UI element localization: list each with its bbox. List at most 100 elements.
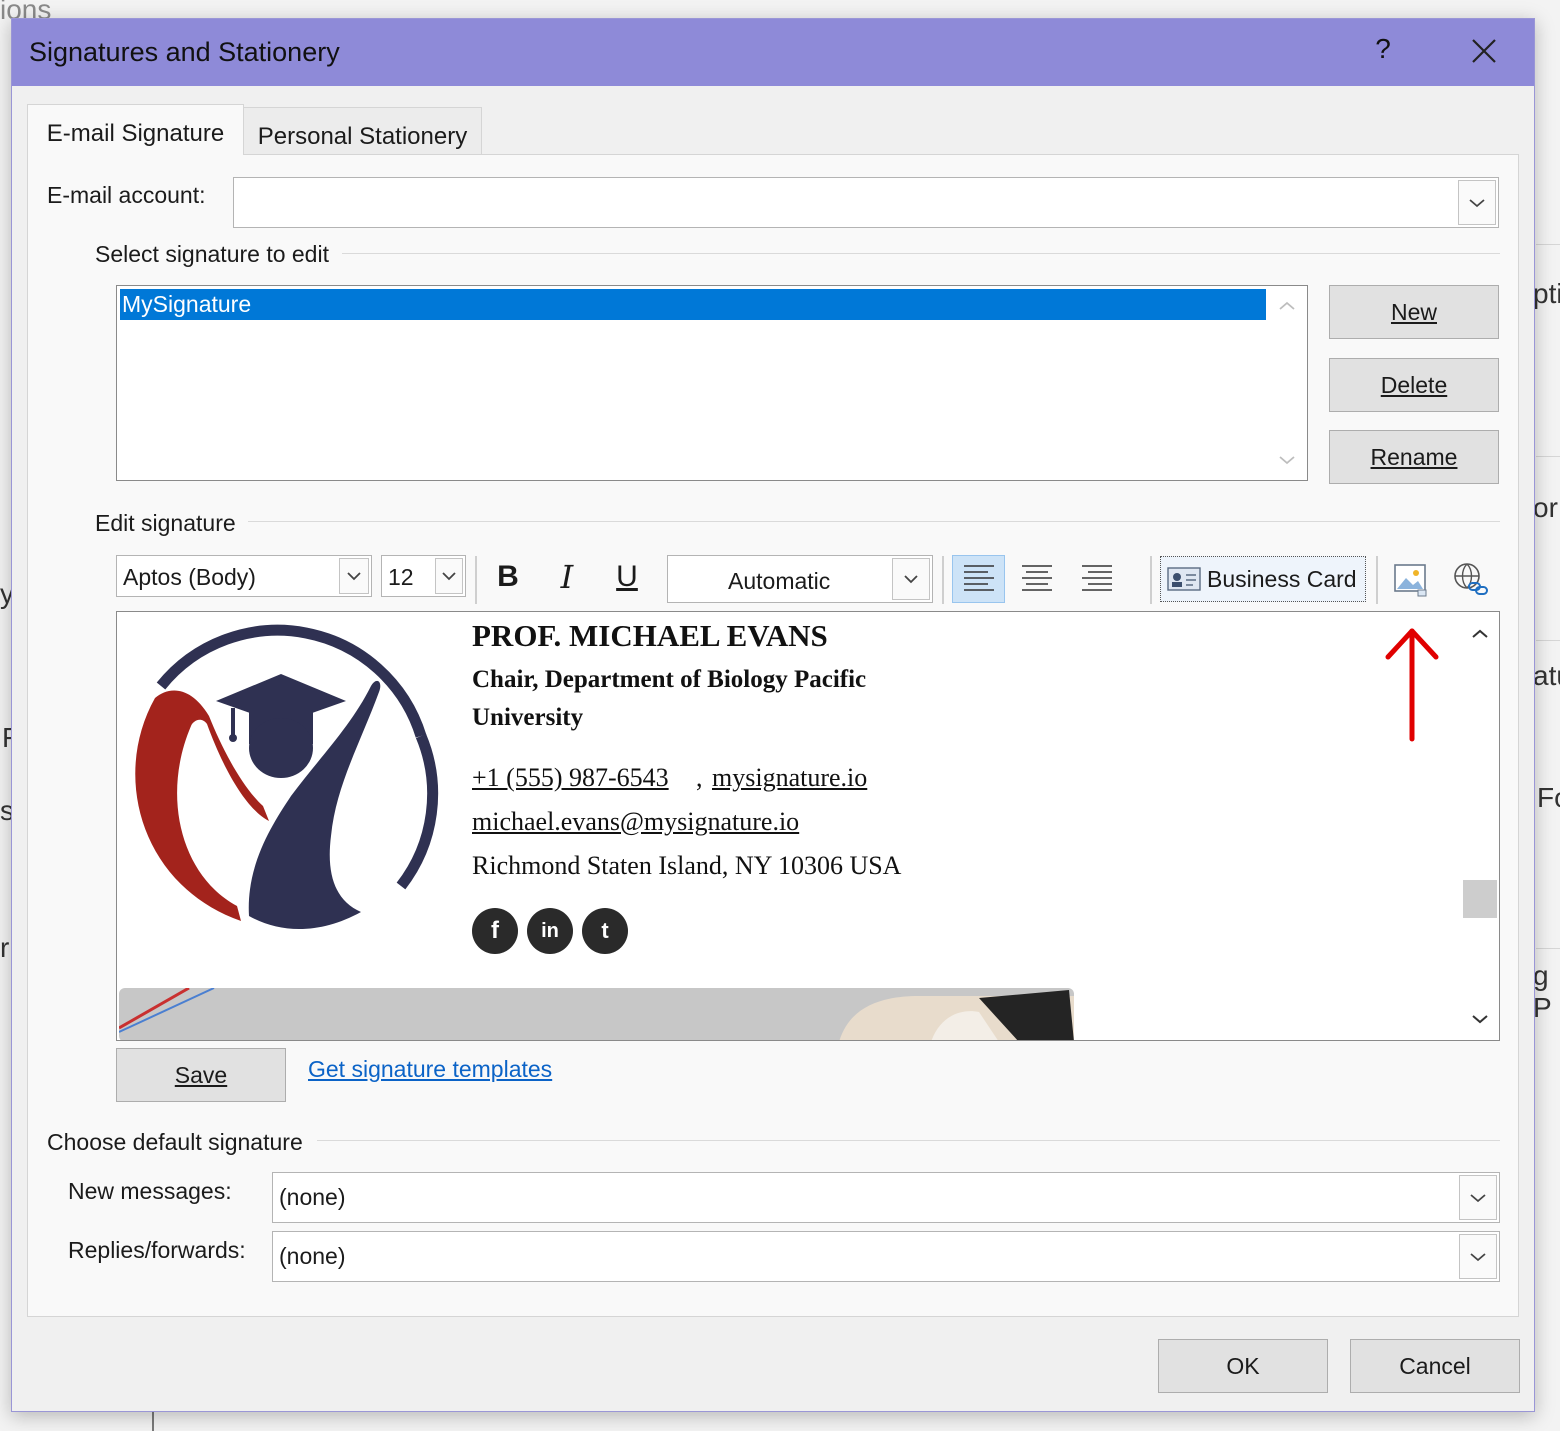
tab-email-signature-label: E-mail Signature: [46, 120, 225, 147]
replies-forwards-value: (none): [279, 1243, 346, 1269]
signature-email[interactable]: michael.evans@mysignature.io: [472, 807, 799, 837]
delete-button[interactable]: Delete: [1329, 358, 1499, 412]
toolbar-separator: [942, 556, 944, 604]
linkedin-icon[interactable]: in: [527, 908, 573, 954]
title-bar: Signatures and Stationery ?: [12, 19, 1534, 86]
signature-list-item[interactable]: MySignature: [120, 289, 1266, 320]
align-right-button[interactable]: [1070, 555, 1123, 603]
default-signature-heading: Choose default signature: [47, 1129, 303, 1155]
chevron-down-icon: [1470, 1252, 1486, 1261]
editor-scrollbar[interactable]: [1461, 612, 1499, 1040]
insert-hyperlink-button[interactable]: [1447, 555, 1493, 603]
select-signature-heading: Select signature to edit: [95, 241, 329, 267]
business-card-button[interactable]: Business Card: [1160, 556, 1366, 602]
signature-website[interactable]: mysignature.io: [712, 763, 867, 793]
font-color-dropdown[interactable]: Automatic: [667, 555, 933, 603]
bg-text-pti: pti: [1533, 278, 1560, 309]
save-button-label: Save: [174, 1061, 228, 1088]
chevron-up-icon: [1472, 629, 1488, 638]
new-messages-label: New messages:: [68, 1178, 232, 1204]
hyperlink-icon: [1454, 563, 1488, 595]
tab-email-signature[interactable]: E-mail Signature: [27, 104, 244, 155]
chevron-down-icon: [1469, 198, 1485, 207]
bg-divider: [1536, 456, 1560, 457]
font-family-dropdown[interactable]: Aptos (Body): [116, 555, 372, 597]
bg-text-r: r: [0, 932, 10, 963]
align-center-button[interactable]: [1010, 555, 1063, 603]
twitter-icon[interactable]: t: [582, 908, 628, 954]
editor-scrollbar-thumb[interactable]: [1463, 880, 1497, 918]
bg-text-gp: g P: [1533, 960, 1552, 1023]
align-left-icon: [963, 565, 994, 591]
signature-phone-separator: ,: [696, 763, 703, 792]
signature-editor[interactable]: PROF. MICHAEL EVANS Chair, Department of…: [116, 611, 1500, 1041]
tab-personal-stationery-label: Personal Stationery: [257, 123, 468, 150]
signature-list-item-label: MySignature: [122, 291, 252, 317]
signature-list-scrollbar[interactable]: [1267, 286, 1307, 480]
dialog-title: Signatures and Stationery: [29, 37, 340, 67]
bold-button[interactable]: B: [490, 557, 526, 597]
bg-text-fo: Fo: [1537, 782, 1560, 813]
cancel-button-label: Cancel: [1399, 1352, 1471, 1379]
new-button[interactable]: New: [1329, 285, 1499, 339]
signatures-dialog: Signatures and Stationery ? E-mail Signa…: [11, 18, 1535, 1412]
close-button[interactable]: [1464, 31, 1504, 71]
close-icon: [1472, 39, 1496, 63]
tab-personal-stationery[interactable]: Personal Stationery: [243, 107, 482, 155]
new-messages-value: (none): [279, 1184, 346, 1210]
email-account-dropdown[interactable]: [233, 177, 1499, 228]
save-button[interactable]: Save: [116, 1048, 286, 1102]
cancel-button[interactable]: Cancel: [1350, 1339, 1520, 1393]
font-family-value: Aptos (Body): [123, 564, 256, 590]
bg-divider: [1536, 244, 1560, 245]
font-size-dropdown[interactable]: 12: [381, 555, 466, 597]
group-divider: [342, 253, 1500, 254]
new-button-label: New: [1390, 298, 1437, 325]
font-color-arrow[interactable]: [892, 558, 930, 600]
replies-forwards-dropdown[interactable]: (none): [272, 1231, 1500, 1282]
chevron-down-icon: [904, 575, 918, 584]
group-divider: [317, 1140, 1500, 1141]
bg-text-atu: atu: [1533, 660, 1560, 691]
university-logo-icon: [135, 624, 439, 930]
insert-picture-button[interactable]: [1388, 555, 1434, 603]
italic-icon: I: [560, 558, 574, 596]
replies-forwards-label: Replies/forwards:: [68, 1237, 246, 1263]
toolbar-separator: [1376, 556, 1378, 604]
underline-icon: U: [616, 560, 638, 593]
delete-button-label: Delete: [1380, 371, 1448, 398]
email-account-arrow[interactable]: [1458, 180, 1496, 225]
font-family-arrow[interactable]: [339, 558, 369, 594]
font-size-value: 12: [388, 564, 414, 590]
italic-button[interactable]: I: [549, 557, 585, 597]
ok-button[interactable]: OK: [1158, 1339, 1328, 1393]
facebook-icon[interactable]: f: [472, 908, 518, 954]
new-messages-dropdown[interactable]: (none): [272, 1172, 1500, 1223]
bg-divider: [1536, 948, 1560, 949]
chevron-down-icon: [347, 572, 361, 581]
group-divider: [248, 521, 1500, 522]
edit-signature-heading: Edit signature: [95, 510, 236, 536]
get-templates-link[interactable]: Get signature templates: [308, 1056, 552, 1083]
chevron-down-icon: [1279, 456, 1295, 465]
font-size-arrow[interactable]: [435, 558, 463, 594]
insert-picture-icon: [1394, 564, 1427, 597]
help-button[interactable]: ?: [1368, 33, 1398, 65]
signature-phone[interactable]: +1 (555) 987-6543: [472, 763, 669, 793]
bg-divider: [152, 1412, 154, 1431]
align-left-button[interactable]: [952, 555, 1005, 603]
annotation-arrow-icon: [1385, 628, 1439, 742]
replies-forwards-arrow[interactable]: [1459, 1234, 1497, 1279]
chevron-up-icon: [1279, 301, 1295, 310]
signature-banner-image: [119, 988, 1074, 1040]
bold-icon: B: [497, 560, 519, 593]
align-center-icon: [1021, 565, 1052, 591]
signature-list[interactable]: MySignature: [116, 285, 1308, 481]
font-color-value: Automatic: [728, 568, 831, 594]
signature-title-line2: University: [472, 704, 584, 731]
underline-button[interactable]: U: [609, 557, 645, 597]
bg-text-or: or: [1533, 492, 1558, 523]
chevron-down-icon: [1470, 1193, 1486, 1202]
new-messages-arrow[interactable]: [1459, 1175, 1497, 1220]
rename-button[interactable]: Rename: [1329, 430, 1499, 484]
